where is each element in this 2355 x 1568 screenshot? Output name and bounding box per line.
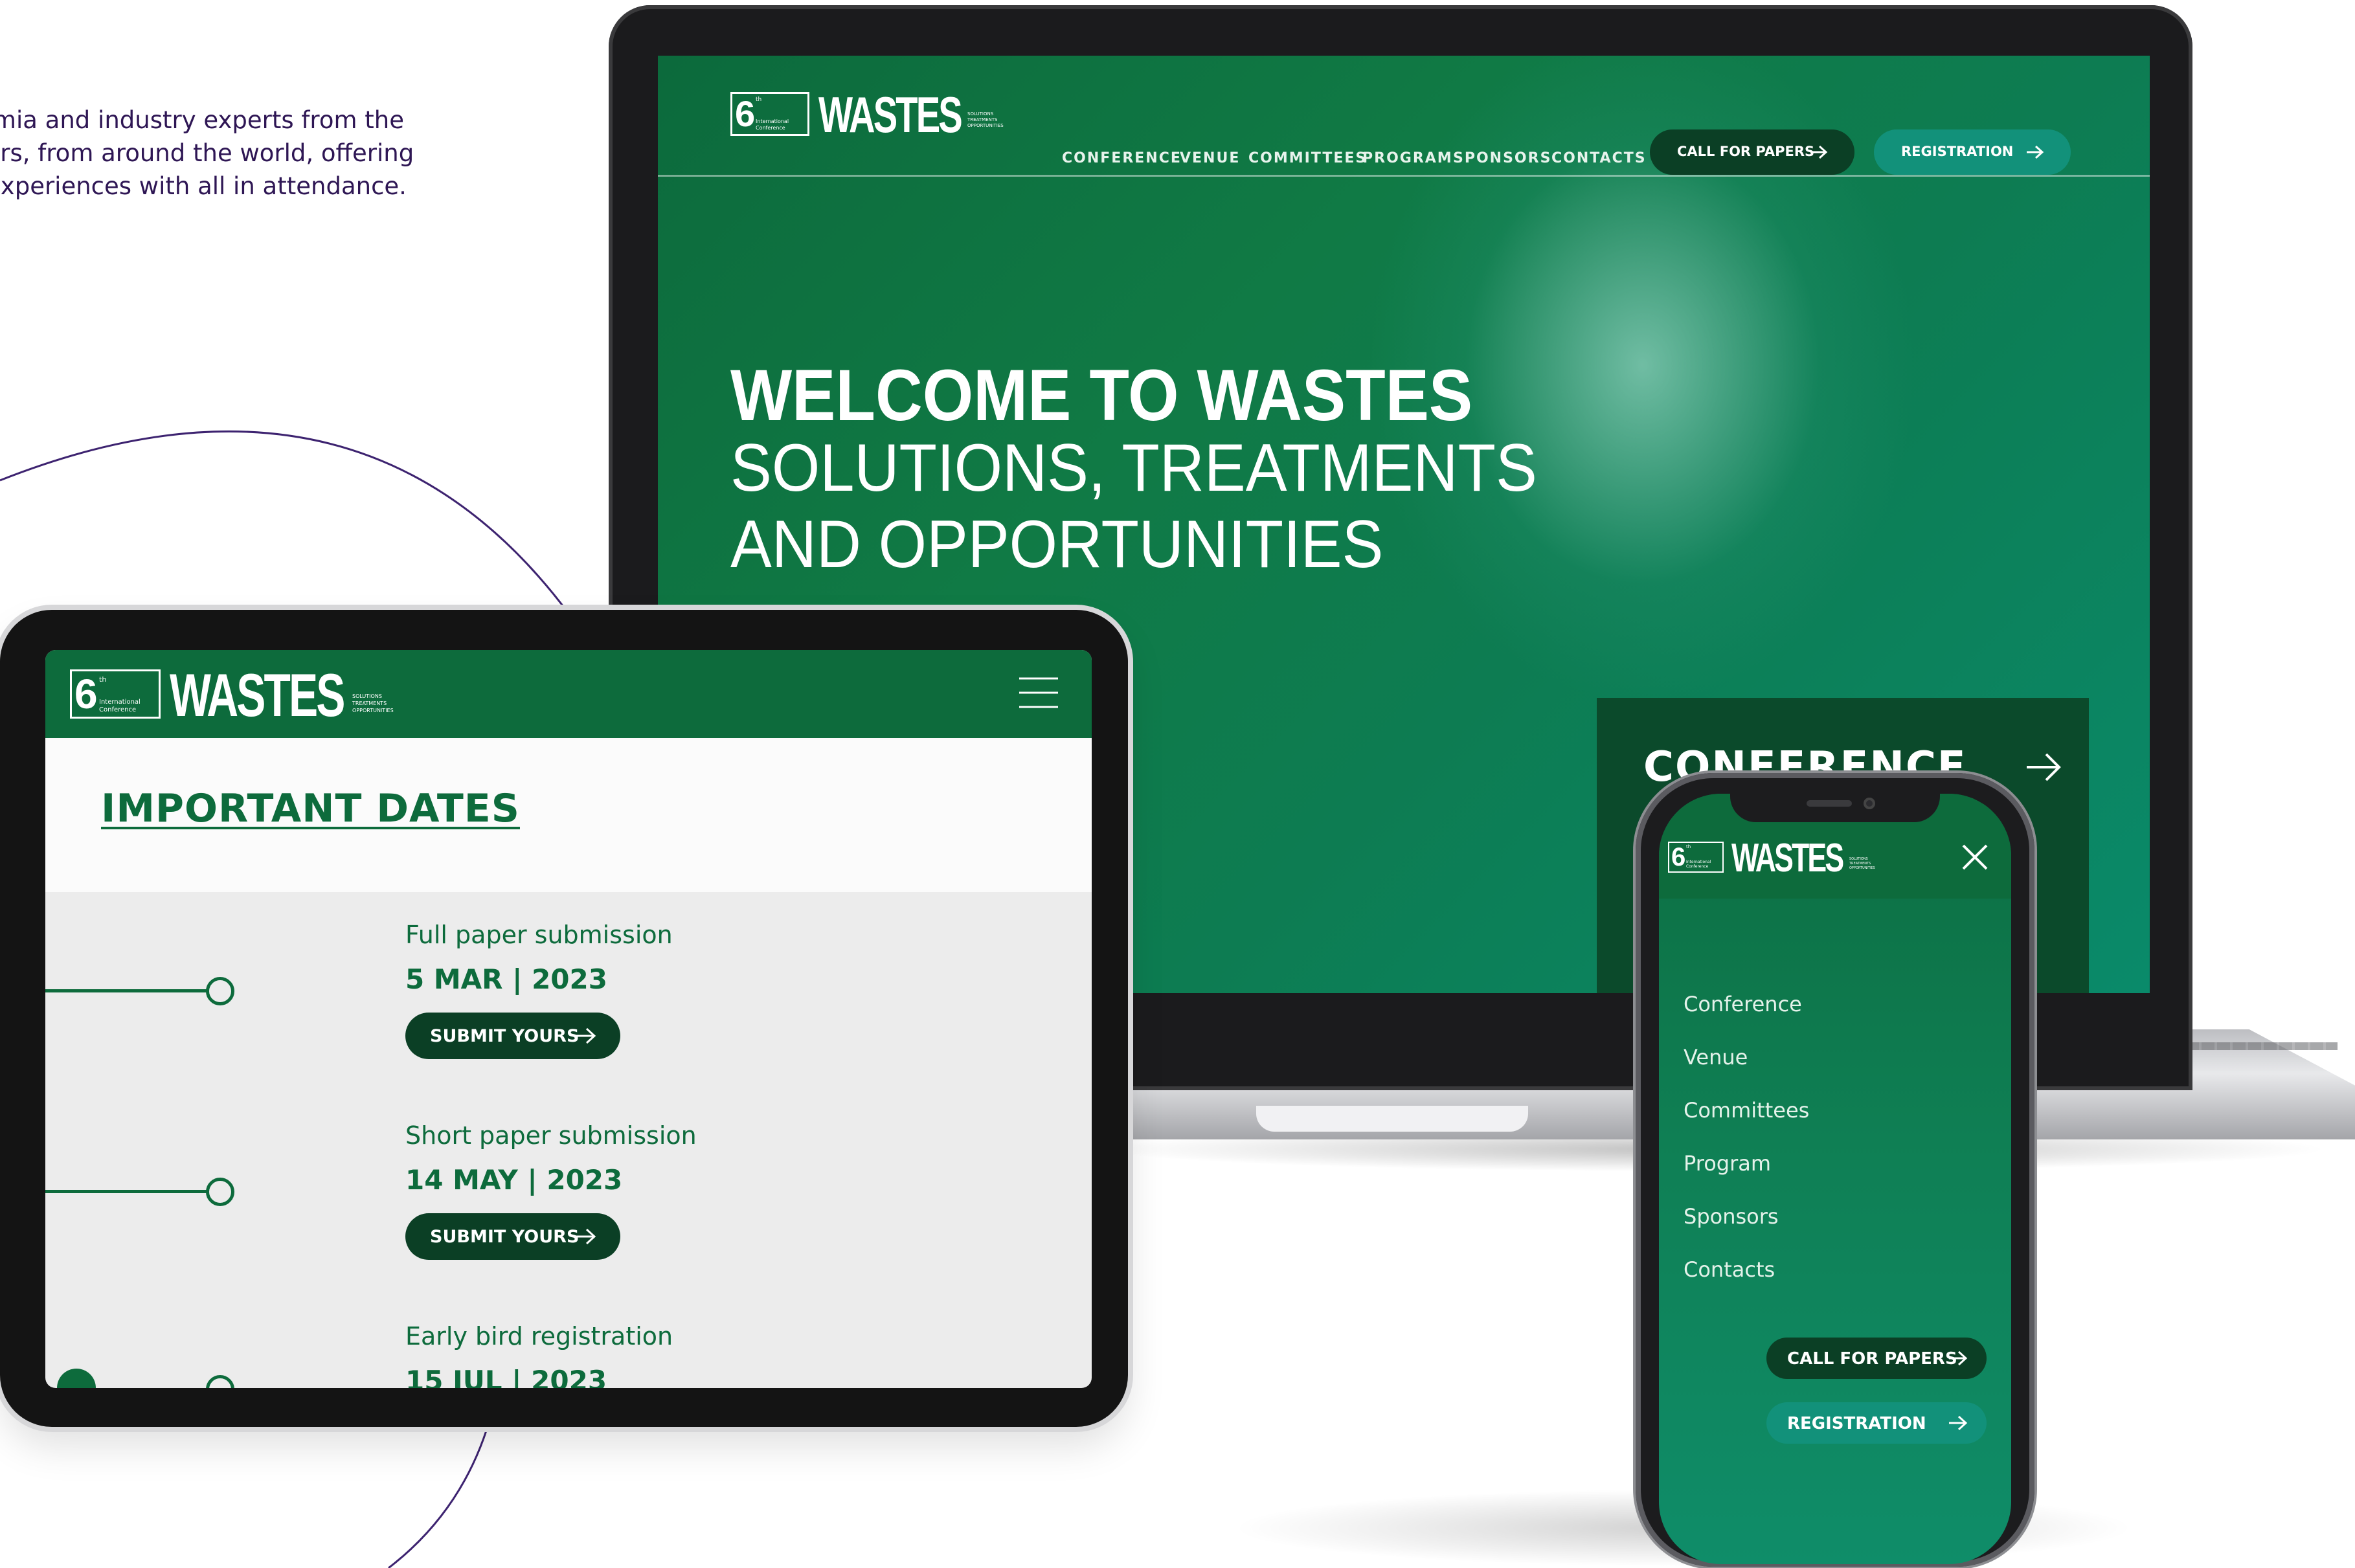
timeline-line — [45, 1190, 207, 1193]
tablet-logo[interactable]: 6 th International Conference WASTES SOL… — [70, 661, 407, 729]
logo-small1: International — [1686, 860, 1711, 864]
arrow-right-icon — [576, 1027, 596, 1044]
arrow-right-icon — [1949, 1350, 1968, 1366]
date-item-label: Early bird registration — [405, 1322, 673, 1350]
tablet-screen: 6 th International Conference WASTES SOL… — [45, 650, 1092, 1388]
logo-badge: 6 th International Conference — [70, 669, 161, 719]
close-icon[interactable] — [1961, 843, 1989, 871]
timeline-node — [206, 977, 234, 1005]
phone-registration-label: REGISTRATION — [1787, 1414, 1926, 1433]
arrow-right-icon — [1949, 1415, 1968, 1431]
important-dates-title: IMPORTANT DATES — [101, 786, 520, 831]
hero-subtitle-line: SOLUTIONS, TREATMENTS — [730, 431, 1537, 506]
timeline-node — [206, 1375, 234, 1388]
phone-call-for-papers-label: CALL FOR PAPERS — [1787, 1349, 1957, 1369]
date-item-label: Short paper submission — [405, 1121, 697, 1150]
call-for-papers-label: CALL FOR PAPERS — [1677, 144, 1815, 159]
phone-menu-program[interactable]: Program — [1684, 1151, 1771, 1176]
phone-logo[interactable]: 6 th International Conference WASTES SOL… — [1668, 836, 1875, 880]
logo-tagline: SOLUTIONS TREATMENTS OPPORTUNITIES — [352, 693, 394, 714]
hero-subtitle-line: AND OPPORTUNITIES — [730, 507, 1384, 582]
date-item-label: Full paper submission — [405, 921, 673, 949]
phone-menu-contacts[interactable]: Contacts — [1684, 1257, 1775, 1282]
logo-wordmark: WASTES — [170, 661, 345, 729]
date-item-date: 15 JUL | 2023 — [405, 1365, 607, 1388]
logo-tag: SOLUTIONS — [1849, 857, 1868, 861]
arrow-right-icon — [576, 1228, 596, 1245]
logo-small2: Conference — [99, 706, 137, 713]
submit-yours-button[interactable]: SUBMIT YOURS — [405, 1013, 620, 1059]
logo-tag: OPPORTUNITIES — [1849, 866, 1875, 870]
submit-yours-label: SUBMIT YOURS — [430, 1026, 580, 1046]
logo-badge: 6 th International Conference — [730, 92, 809, 136]
phone-menu-conference[interactable]: Conference — [1684, 992, 1802, 1016]
timeline-node — [206, 1178, 234, 1206]
logo-sup: th — [1686, 844, 1691, 849]
phone-call-for-papers-button[interactable]: CALL FOR PAPERS — [1766, 1338, 1987, 1379]
logo-number: 6 — [74, 671, 98, 717]
hamburger-icon[interactable] — [1018, 676, 1059, 710]
logo-tag: OPPORTUNITIES — [352, 708, 394, 713]
logo-small2: Conference — [756, 125, 785, 131]
arrow-right-icon — [2027, 145, 2044, 159]
nav-committees[interactable]: COMMITTEES — [1248, 150, 1367, 166]
phone-notch — [1730, 789, 1940, 822]
nav-program[interactable]: PROGRAM — [1362, 150, 1453, 166]
logo-tag: TREATMENTS — [1849, 862, 1871, 866]
phone-menu-committees[interactable]: Committees — [1684, 1098, 1809, 1123]
registration-label: REGISTRATION — [1901, 144, 2014, 159]
logo-tag: OPPORTUNITIES — [967, 123, 1004, 128]
logo-wordmark: WASTES — [818, 86, 963, 143]
phone-menu-venue[interactable]: Venue — [1684, 1045, 1748, 1070]
call-for-papers-button[interactable]: CALL FOR PAPERS — [1650, 129, 1854, 175]
logo-tag: TREATMENTS — [967, 117, 998, 122]
logo-tag: SOLUTIONS — [967, 111, 994, 117]
logo-sup: th — [99, 675, 107, 684]
phone-screen: 6 th International Conference WASTES SOL… — [1659, 794, 2011, 1564]
tablet-header: 6 th International Conference WASTES SOL… — [45, 650, 1092, 738]
date-item-date: 5 MAR | 2023 — [405, 963, 607, 995]
logo-badge: 6 th International Conference — [1668, 842, 1724, 873]
logo-small1: International — [756, 118, 789, 124]
nav-conference[interactable]: CONFERENCE — [1062, 150, 1182, 166]
timeline-line — [45, 989, 207, 992]
phone-registration-button[interactable]: REGISTRATION — [1766, 1402, 1987, 1444]
logo-wordmark: WASTES — [1731, 836, 1844, 880]
nav-contacts[interactable]: CONTACTS — [1551, 150, 1647, 166]
logo-tagline: SOLUTIONS TREATMENTS OPPORTUNITIES — [967, 111, 1004, 129]
logo-sup: th — [756, 96, 762, 103]
logo-tagline: SOLUTIONS TREATMENTS OPPORTUNITIES — [1849, 857, 1875, 871]
date-item-date: 14 MAY | 2023 — [405, 1164, 623, 1196]
logo-number: 6 — [1671, 843, 1686, 871]
nav-sponsors[interactable]: SPONSORS — [1453, 150, 1551, 166]
logo-number: 6 — [735, 93, 756, 134]
laptop-hinge-notch — [1256, 1106, 1528, 1132]
phone-speaker — [1807, 800, 1852, 807]
arrow-right-icon — [2027, 753, 2061, 781]
nav-divider — [658, 175, 2150, 177]
arrow-right-icon — [1810, 145, 1828, 159]
nav-venue[interactable]: VENUE — [1180, 150, 1240, 166]
logo-small2: Conference — [1686, 864, 1709, 869]
logo-tag: SOLUTIONS — [352, 693, 382, 699]
submit-yours-label: SUBMIT YOURS — [430, 1227, 580, 1247]
hero-title: WELCOME TO WASTES — [730, 355, 1473, 436]
accessibility-icon[interactable] — [57, 1369, 96, 1388]
laptop-logo[interactable]: 6 th International Conference WASTES SOL… — [730, 86, 1004, 143]
phone-menu-sponsors[interactable]: Sponsors — [1684, 1204, 1779, 1229]
logo-tag: TREATMENTS — [352, 700, 387, 706]
registration-button[interactable]: REGISTRATION — [1874, 129, 2071, 175]
submit-yours-button[interactable]: SUBMIT YOURS — [405, 1213, 620, 1260]
phone-camera — [1864, 798, 1875, 809]
logo-small1: International — [99, 699, 141, 706]
